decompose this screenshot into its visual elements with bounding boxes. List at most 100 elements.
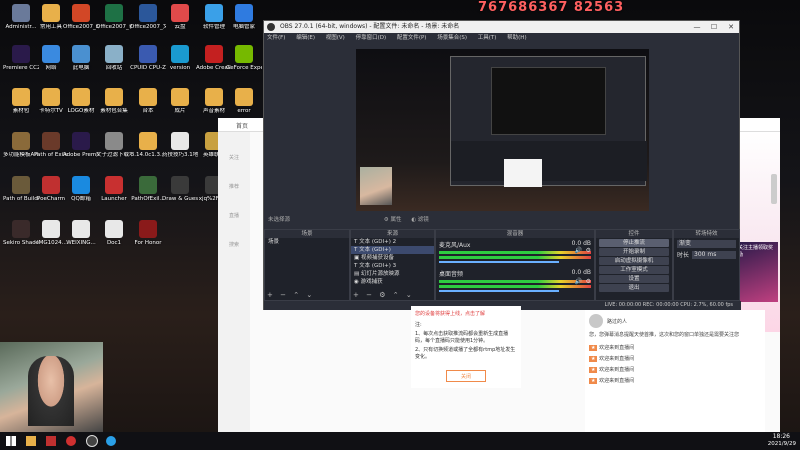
duration-input[interactable]: 300 ms	[692, 250, 736, 259]
desktop-icon[interactable]: Office2007_文字	[130, 4, 166, 42]
slideshow-icon: ▤	[354, 271, 361, 277]
transition-select[interactable]: 渐变	[677, 240, 736, 248]
desktop-icon[interactable]: Launcher	[96, 176, 132, 214]
menu-profile[interactable]: 配置文件(P)	[397, 35, 427, 41]
desktop-icon[interactable]: Office2007_表格	[96, 4, 132, 42]
browser-scrollbar[interactable]	[771, 174, 777, 204]
move-up-icon[interactable]: ⌃	[393, 291, 399, 299]
source-item[interactable]: T 文本 (GDI+) 3	[351, 262, 434, 270]
browser-taskbar-icon[interactable]	[106, 436, 116, 446]
gear-icon[interactable]: ⚙	[586, 247, 591, 254]
preview-dialog	[504, 159, 542, 187]
promo-banner[interactable]: 关注主播领取奖励	[736, 242, 778, 302]
desktop-icon[interactable]: QQ邮箱	[63, 176, 99, 214]
desktop-icon[interactable]: 文子过滤下载地址	[96, 132, 132, 170]
desktop-icon[interactable]: Adobe Premie...	[63, 132, 99, 170]
file-explorer-icon[interactable]	[26, 436, 36, 446]
desktop-icon[interactable]: 电脑管家	[226, 4, 262, 42]
sidebar-nav-item[interactable]: 搜索	[218, 241, 250, 248]
move-down-icon[interactable]: ⌄	[406, 291, 412, 299]
desktop-icon[interactable]: 3.14.0c1.3...	[130, 132, 166, 170]
studio-mode-button[interactable]: 工作室模式	[599, 266, 669, 274]
menu-view[interactable]: 视图(V)	[326, 35, 345, 41]
sidebar-nav: 关注 推荐 直播 搜索	[218, 154, 250, 248]
desktop-icon[interactable]: For Honor	[130, 220, 166, 258]
source-item[interactable]: ▤ 幻灯片源放映源	[351, 270, 434, 278]
volume-meter	[439, 280, 591, 283]
add-scene-button[interactable]: +	[267, 291, 273, 299]
desktop-icon[interactable]: 此电脑	[63, 45, 99, 83]
source-item[interactable]: ▣ 视频捕获设备	[351, 254, 434, 262]
close-icon[interactable]: ✕	[723, 21, 739, 33]
home-tab[interactable]: 首页	[236, 121, 248, 130]
dialog-close-button[interactable]: 关闭	[446, 370, 486, 382]
channel-db: 0.0 dB	[571, 269, 591, 276]
desktop-icon[interactable]: 云盘	[162, 4, 198, 42]
desktop-icon[interactable]: PathOfExil...	[130, 176, 166, 214]
gear-icon[interactable]: ⚙	[379, 291, 385, 299]
speaker-icon[interactable]: 🔊	[575, 278, 582, 285]
desktop-icon[interactable]: 台本	[130, 88, 166, 126]
settings-button[interactable]: 设置	[599, 275, 669, 283]
scene-item[interactable]: 场景	[265, 238, 349, 246]
sidebar-nav-item[interactable]: 直播	[218, 212, 250, 219]
desktop-icon[interactable]: 药技技巧3.1地图	[162, 132, 198, 170]
app-icon	[235, 45, 253, 63]
duration-label: 时长	[677, 252, 690, 259]
remove-scene-button[interactable]: −	[280, 291, 286, 299]
sidebar-nav-item[interactable]: 关注	[218, 154, 250, 161]
app-icon	[12, 176, 30, 194]
overlay-stream-number: 767686367 82563	[478, 0, 625, 15]
source-item[interactable]: T 文本 (GDI+)	[351, 246, 434, 254]
preview-webcam	[360, 167, 392, 205]
filters-button[interactable]: ◐ 滤镜	[411, 217, 429, 223]
desktop-icon[interactable]: CPUID CPU-Z	[130, 45, 166, 83]
minimize-icon[interactable]: —	[689, 21, 705, 33]
app-icon	[42, 176, 60, 194]
obs-preview[interactable]	[356, 49, 649, 211]
add-source-button[interactable]: +	[353, 291, 359, 299]
volume-slider[interactable]	[439, 261, 559, 263]
app-icon	[171, 45, 189, 63]
start-virtual-camera-button[interactable]: 启动虚拟摄像机	[599, 257, 669, 265]
exit-button[interactable]: 退出	[599, 284, 669, 292]
desktop-icon-label: 药技技巧3.1地图	[162, 152, 198, 158]
desktop-icon-label: LOGO素材	[67, 108, 95, 114]
speaker-icon[interactable]: 🔊	[575, 247, 582, 254]
menu-scene-collection[interactable]: 场景集合(S)	[437, 35, 467, 41]
stop-streaming-button[interactable]: 停止推流	[599, 239, 669, 247]
start-recording-button[interactable]: 开始录制	[599, 248, 669, 256]
menu-docks[interactable]: 停靠窗口(D)	[356, 35, 387, 41]
desktop-icon[interactable]: 成片	[162, 88, 198, 126]
obs-taskbar-icon[interactable]	[86, 435, 98, 447]
sidebar-nav-item[interactable]: 推荐	[218, 183, 250, 190]
source-item[interactable]: ◉ 游戏捕获	[351, 278, 434, 286]
desktop-icon[interactable]: Doc1	[96, 220, 132, 258]
menu-help[interactable]: 帮助(H)	[507, 35, 526, 41]
chat-username: 路过的人	[607, 318, 628, 325]
gear-icon[interactable]: ⚙	[586, 278, 591, 285]
source-item[interactable]: T 文本 (GDI+) 2	[351, 238, 434, 246]
volume-slider[interactable]	[439, 290, 559, 292]
move-down-icon[interactable]: ⌄	[306, 291, 312, 299]
remove-source-button[interactable]: −	[366, 291, 372, 299]
desktop-icon[interactable]: 素材包合集	[96, 88, 132, 126]
maximize-icon[interactable]: ☐	[706, 21, 722, 33]
desktop-icon[interactable]: LOGO素材	[63, 88, 99, 126]
desktop-icon[interactable]: 回收站	[96, 45, 132, 83]
desktop-icon[interactable]: WEIXING...	[63, 220, 99, 258]
desktop-icon-label: 云盘	[174, 24, 186, 30]
app-icon[interactable]	[46, 436, 56, 446]
menu-file[interactable]: 文件(F)	[267, 35, 285, 41]
desktop-icon[interactable]: Draw & Guess	[162, 176, 198, 214]
desktop-icon[interactable]: Office2007_幻灯片PPT	[63, 4, 99, 42]
menu-edit[interactable]: 编辑(E)	[296, 35, 315, 41]
netease-music-icon[interactable]	[66, 436, 76, 446]
start-button-icon[interactable]	[6, 436, 16, 446]
menu-tools[interactable]: 工具(T)	[478, 35, 497, 41]
move-up-icon[interactable]: ⌃	[293, 291, 299, 299]
desktop-icon[interactable]: GeForce Experience	[226, 45, 262, 83]
properties-button[interactable]: ⚙ 属性	[384, 217, 402, 223]
desktop-icon[interactable]: version	[162, 45, 198, 83]
dialog-note-title: 注:	[415, 322, 422, 328]
